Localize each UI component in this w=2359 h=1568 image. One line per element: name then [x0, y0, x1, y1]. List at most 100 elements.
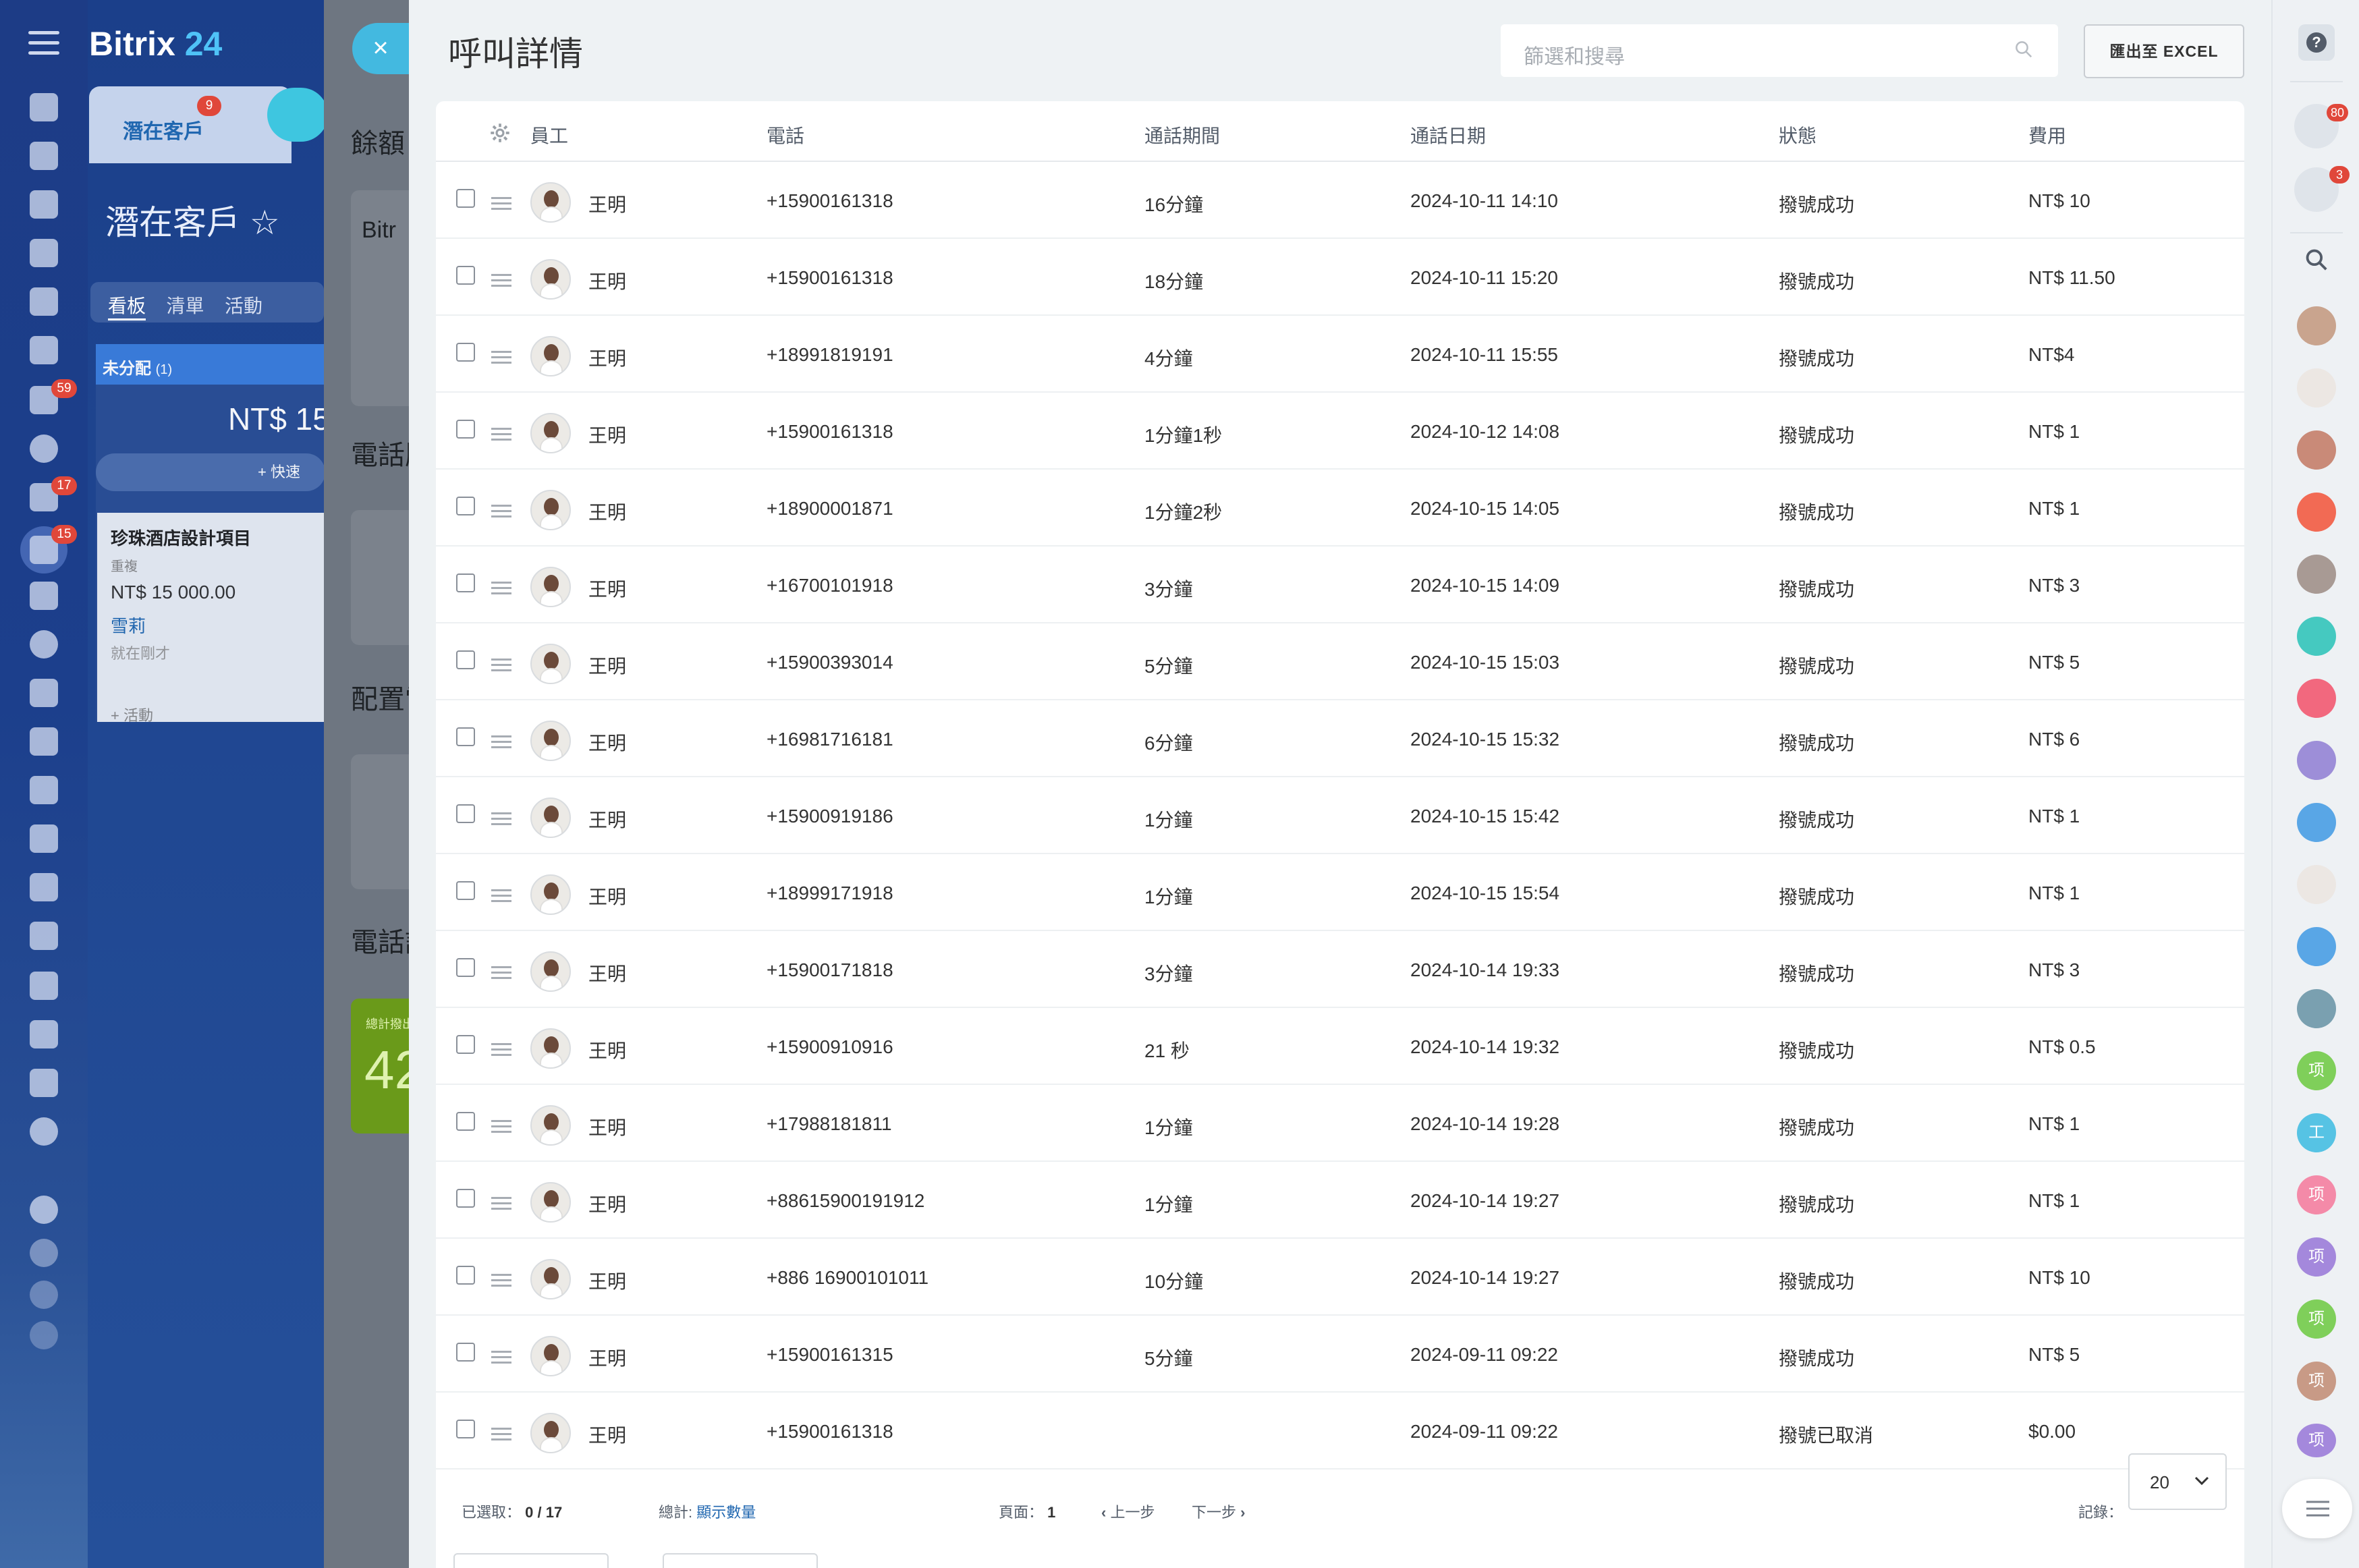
nav-calendar-icon[interactable] — [30, 239, 58, 267]
drag-handle-icon[interactable] — [491, 659, 511, 671]
kanban-card[interactable]: 珍珠酒店設計項目 重複 NT$ 15 000.00 雪莉 就在剛才 + 活動 — [97, 513, 324, 725]
search-icon[interactable] — [2304, 247, 2329, 273]
nav-analytics-icon[interactable] — [30, 824, 58, 853]
drag-handle-icon[interactable] — [491, 1428, 511, 1440]
menu-hamburger-icon[interactable] — [28, 31, 59, 55]
column-settings-gear-icon[interactable] — [490, 123, 510, 143]
row-checkbox[interactable] — [456, 497, 475, 515]
row-checkbox[interactable] — [456, 958, 475, 977]
nav-marketing-icon[interactable] — [30, 630, 58, 659]
row-checkbox[interactable] — [456, 573, 475, 592]
tab-leads[interactable]: 潛在客戶 9 — [89, 86, 292, 163]
table-row[interactable]: 王明 +18999171918 1分鐘 2024-10-15 15:54 撥號成功 NT$… — [436, 854, 2244, 931]
table-row[interactable]: 王明 +15900161318 2024-09-11 09:22 撥號已取消 $0.00 — [436, 1393, 2244, 1469]
table-row[interactable]: 王明 +16700101918 3分鐘 2024-10-15 14:09 撥號成功 NT$… — [436, 547, 2244, 623]
nav-add-plus-icon[interactable] — [30, 1321, 58, 1349]
table-row[interactable]: 王明 +15900161315 5分鐘 2024-09-11 09:22 撥號成功 NT$… — [436, 1316, 2244, 1393]
phone-call-icon[interactable] — [2297, 679, 2336, 718]
row-checkbox[interactable] — [456, 1420, 475, 1438]
contact-avatar[interactable] — [2297, 989, 2336, 1028]
table-row[interactable]: 王明 +886 16900101011 10分鐘 2024-10-14 19:27 撥號… — [436, 1239, 2244, 1316]
view-list-tab[interactable]: 清單 — [166, 291, 204, 318]
table-row[interactable]: 王明 +18991819191 4分鐘 2024-10-11 15:55 撥號成功 NT$… — [436, 316, 2244, 393]
drag-handle-icon[interactable] — [491, 351, 511, 364]
nav-help-icon[interactable] — [30, 1196, 58, 1224]
row-checkbox[interactable] — [456, 1189, 475, 1208]
phone-call-icon[interactable] — [2297, 493, 2336, 532]
nav-sites-icon[interactable] — [30, 582, 58, 610]
contact-avatar-letter[interactable]: 项 — [2297, 1175, 2336, 1214]
contact-card-icon[interactable] — [2297, 741, 2336, 780]
row-checkbox[interactable] — [456, 804, 475, 823]
page-size-select[interactable]: 20 — [2128, 1453, 2227, 1510]
drag-handle-icon[interactable] — [491, 582, 511, 594]
phone-call-icon[interactable] — [2297, 430, 2336, 470]
contact-avatar-letter[interactable]: 工 — [2297, 1113, 2336, 1152]
header-date[interactable]: 通話日期 — [1410, 121, 1486, 148]
contact-avatar-letter[interactable]: 项 — [2297, 1362, 2336, 1401]
row-checkbox[interactable] — [456, 189, 475, 208]
drag-handle-icon[interactable] — [491, 428, 511, 441]
view-kanban-tab[interactable]: 看板 — [108, 291, 146, 320]
phone-call-icon[interactable] — [2297, 617, 2336, 656]
contact-avatar[interactable] — [2297, 368, 2336, 408]
row-checkbox[interactable] — [456, 1343, 475, 1362]
nav-automation-icon[interactable] — [30, 922, 58, 950]
table-row[interactable]: 王明 +88615900191912 1分鐘 2024-10-14 19:27 撥號成功… — [436, 1162, 2244, 1239]
nav-groups-icon[interactable] — [30, 435, 58, 463]
table-row[interactable]: 王明 +15900171818 3分鐘 2024-10-14 19:33 撥號成功 NT$… — [436, 931, 2244, 1008]
contact-avatar[interactable] — [2297, 555, 2336, 594]
row-checkbox[interactable] — [456, 881, 475, 900]
nav-market-icon[interactable] — [30, 1020, 58, 1048]
header-phone[interactable]: 電話 — [767, 121, 804, 148]
header-status[interactable]: 狀態 — [1779, 121, 1816, 148]
row-checkbox[interactable] — [456, 1266, 475, 1285]
drag-handle-icon[interactable] — [491, 735, 511, 748]
drag-handle-icon[interactable] — [491, 197, 511, 210]
bottom-action-button-1[interactable] — [453, 1553, 609, 1568]
contact-avatar-letter[interactable]: 项 — [2297, 1299, 2336, 1339]
contact-card-icon[interactable] — [2297, 803, 2336, 842]
header-employee[interactable]: 員工 — [530, 121, 568, 148]
contact-avatar-letter[interactable]: 项 — [2297, 1237, 2336, 1277]
drag-handle-icon[interactable] — [491, 1351, 511, 1364]
close-slider-button[interactable]: × — [352, 23, 409, 74]
nav-sign-icon[interactable] — [30, 776, 58, 804]
drag-handle-icon[interactable] — [491, 812, 511, 825]
add-tab-button[interactable] — [267, 88, 324, 142]
nav-tasks-icon[interactable] — [30, 142, 58, 170]
search-icon[interactable] — [2014, 39, 2034, 59]
drag-handle-icon[interactable] — [491, 1274, 511, 1287]
contact-avatar[interactable] — [2297, 306, 2336, 345]
show-count-link[interactable]: 顯示數量 — [696, 1504, 756, 1521]
nav-settings-gear-icon[interactable] — [30, 1281, 58, 1309]
contact-avatar[interactable] — [2297, 865, 2336, 904]
table-row[interactable]: 王明 +15900919186 1分鐘 2024-10-15 15:42 撥號成功 NT$… — [436, 777, 2244, 854]
contact-card-icon[interactable] — [2297, 927, 2336, 966]
nav-structure-icon[interactable] — [30, 1239, 58, 1267]
nav-drive-icon[interactable] — [30, 336, 58, 364]
table-row[interactable]: 王明 +17988181811 1分鐘 2024-10-14 19:28 撥號成功 NT$… — [436, 1085, 2244, 1162]
contact-avatar-letter[interactable]: 项 — [2297, 1424, 2336, 1457]
nav-forms-icon[interactable] — [30, 727, 58, 756]
card-responsible-person[interactable]: 雪莉 — [111, 613, 312, 638]
row-checkbox[interactable] — [456, 727, 475, 746]
drag-handle-icon[interactable] — [491, 889, 511, 902]
nav-more-chevron-icon[interactable] — [30, 1117, 58, 1146]
drag-handle-icon[interactable] — [491, 1120, 511, 1133]
row-checkbox[interactable] — [456, 343, 475, 362]
quick-add-button[interactable]: + 快速 — [96, 453, 324, 491]
export-excel-button[interactable]: 匯出至 EXCEL — [2084, 24, 2244, 78]
table-row[interactable]: 王明 +15900161318 16分鐘 2024-10-11 14:10 撥號成功 NT… — [436, 162, 2244, 239]
drag-handle-icon[interactable] — [491, 1043, 511, 1056]
card-add-activity[interactable]: + 活動 — [111, 704, 312, 725]
next-page-button[interactable]: 下一步 › — [1192, 1501, 1245, 1522]
row-checkbox[interactable] — [456, 1112, 475, 1131]
nav-hr-icon[interactable] — [30, 873, 58, 901]
header-cost[interactable]: 費用 — [2028, 121, 2066, 148]
row-checkbox[interactable] — [456, 420, 475, 439]
header-duration[interactable]: 通話期間 — [1144, 121, 1220, 148]
table-row[interactable]: 王明 +15900393014 5分鐘 2024-10-15 15:03 撥號成功 NT$… — [436, 623, 2244, 700]
nav-inventory-icon[interactable] — [30, 972, 58, 1000]
filter-search-input[interactable]: 篩選和搜尋 — [1501, 24, 2058, 77]
